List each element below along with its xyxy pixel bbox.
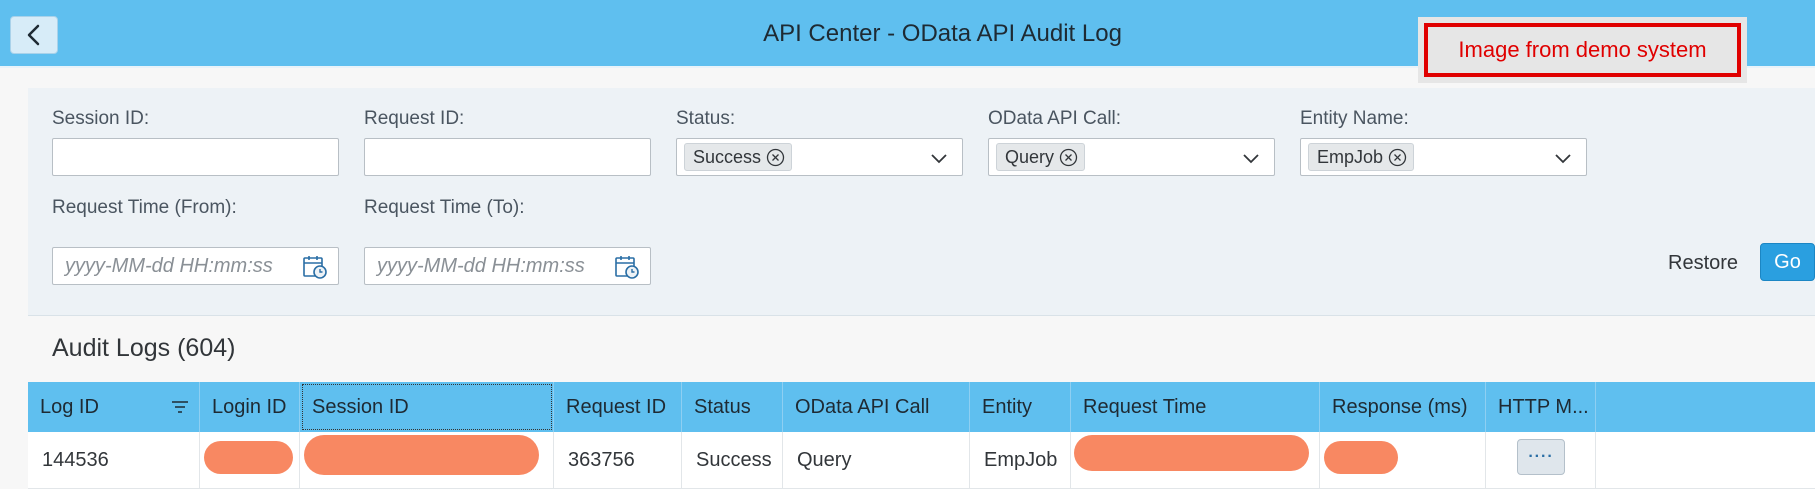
page-title: API Center - OData API Audit Log [763,20,1122,47]
session-id-field: Session ID: [52,108,149,134]
request-time-to-label: Request Time (To): [364,197,525,218]
cell-status: Success [682,432,783,489]
session-id-label: Session ID: [52,108,150,129]
entity-name-token-text: EmpJob [1317,146,1384,167]
cell-login-id [200,432,300,489]
column-header-request-id[interactable]: Request ID [554,382,682,432]
calendar-icon[interactable] [302,254,328,285]
go-button[interactable]: Go [1760,243,1815,281]
column-header-label: Login ID [212,395,287,418]
column-header-label: Request Time [1083,395,1207,418]
redacted-block [304,435,539,475]
session-id-input[interactable] [52,138,339,176]
entity-name-label: Entity Name: [1300,108,1409,129]
odata-api-call-field: OData API Call: [988,108,1121,134]
chevron-down-icon[interactable] [1242,149,1260,172]
remove-token-icon[interactable] [766,148,785,167]
column-header-login-id[interactable]: Login ID [200,382,300,432]
back-button[interactable] [10,16,58,54]
calendar-icon[interactable] [614,254,640,285]
entity-name-multicombobox[interactable]: EmpJob [1300,138,1587,176]
column-header-label: Response (ms) [1332,395,1468,418]
column-header-response-ms[interactable]: Response (ms) [1320,382,1486,432]
status-label: Status: [676,108,736,129]
request-id-label: Request ID: [364,108,465,129]
redacted-block [204,441,293,474]
request-id-input[interactable] [364,138,651,176]
column-header-label: Entity [982,395,1033,418]
column-header-label: HTTP M... [1498,395,1589,418]
column-header-label: Log ID [40,395,99,418]
restore-button[interactable]: Restore [1658,244,1748,282]
request-time-from-label: Request Time (From): [52,197,237,218]
request-time-to-field: Request Time (To): [364,197,525,223]
chevron-down-icon[interactable] [930,149,948,172]
demo-system-stamp-text: Image from demo system [1424,23,1741,77]
column-header-label: OData API Call [795,395,930,418]
column-header-label: Status [694,395,751,418]
cell-log-id: 144536 [28,432,200,489]
cell-odata-api-call: Query [783,432,970,489]
request-time-from-field: Request Time (From): [52,197,237,223]
cell-request-time [1071,432,1320,489]
demo-system-stamp: Image from demo system [1418,17,1747,83]
request-id-field: Request ID: [364,108,464,134]
more-actions-button[interactable]: ···· [1517,439,1565,475]
odata-api-call-token[interactable]: Query [996,143,1086,171]
column-header-status[interactable]: Status [682,382,783,432]
status-token-text: Success [693,146,762,167]
column-header-request-time[interactable]: Request Time [1071,382,1320,432]
redacted-block [1324,441,1398,474]
filter-sort-icon[interactable] [171,399,189,422]
entity-name-token[interactable]: EmpJob [1308,143,1415,171]
request-time-from-placeholder: yyyy-MM-dd HH:mm:ss [65,254,273,277]
status-field: Status: [676,108,735,134]
table-row[interactable]: 144536 363756 Success Query EmpJob ···· [28,432,1815,489]
column-header-entity[interactable]: Entity [970,382,1071,432]
cell-session-id [300,432,554,489]
table-title: Audit Logs (604) [52,334,236,362]
table-header: Log ID Login ID Session ID Request ID St… [28,382,1815,432]
cell-entity: EmpJob [970,432,1071,489]
request-time-to-input[interactable]: yyyy-MM-dd HH:mm:ss [364,247,651,285]
request-time-from-input[interactable]: yyyy-MM-dd HH:mm:ss [52,247,339,285]
column-header-odata-api-call[interactable]: OData API Call [783,382,970,432]
odata-api-call-token-text: Query [1005,146,1055,167]
column-header-http-method[interactable]: HTTP M... [1486,382,1596,432]
cell-response-ms [1320,432,1486,489]
cell-http-method: ···· [1486,432,1596,489]
column-header-session-id[interactable]: Session ID [300,382,554,432]
column-header-log-id[interactable]: Log ID [28,382,200,432]
chevron-left-icon [27,24,40,46]
status-multicombobox[interactable]: Success [676,138,963,176]
request-time-to-placeholder: yyyy-MM-dd HH:mm:ss [377,254,585,277]
cell-request-id: 363756 [554,432,682,489]
column-header-label: Session ID [312,395,409,418]
status-token[interactable]: Success [684,143,793,171]
entity-name-field: Entity Name: [1300,108,1409,134]
remove-token-icon[interactable] [1059,148,1078,167]
remove-token-icon[interactable] [1388,148,1407,167]
chevron-down-icon[interactable] [1554,149,1572,172]
redacted-block [1074,435,1309,471]
filter-bar: Session ID: Request ID: Status: Success … [28,88,1815,316]
column-header-label: Request ID [566,395,667,418]
odata-api-call-label: OData API Call: [988,108,1122,129]
odata-api-call-multicombobox[interactable]: Query [988,138,1275,176]
